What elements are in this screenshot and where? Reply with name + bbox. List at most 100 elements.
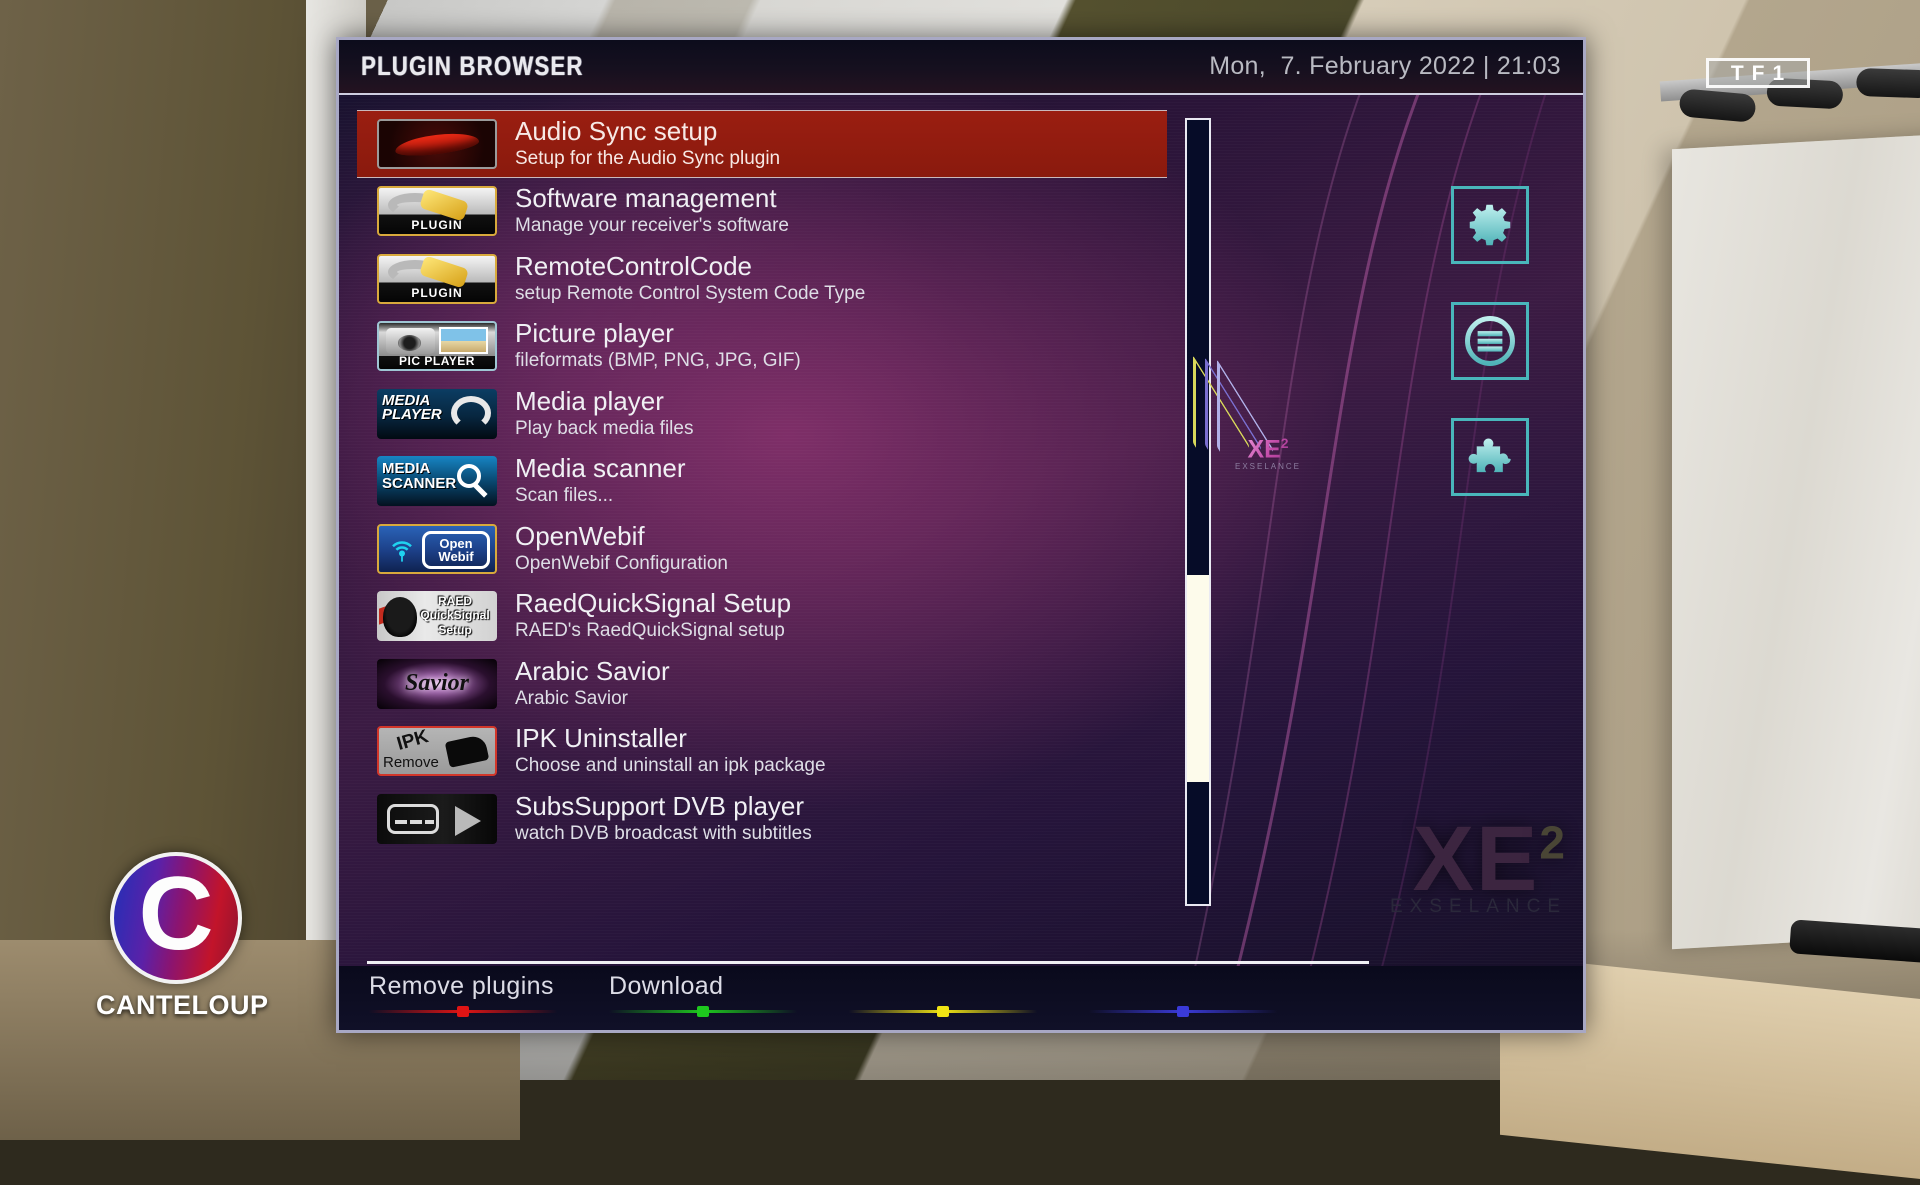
headphones-shape: [451, 396, 491, 430]
osd-footer: Remove pluginsDownload: [339, 966, 1583, 1030]
xe2-small-logo: XE2 EXSELANCE: [1187, 392, 1317, 502]
color-button-bar: [369, 1010, 557, 1013]
color-button[interactable]: Remove plugins: [369, 972, 609, 1013]
menu-icon: [1463, 314, 1517, 368]
puzzle-icon: [1463, 430, 1517, 484]
plugin-description: Setup for the Audio Sync plugin: [515, 147, 780, 171]
plugin-icon: PLUGIN: [377, 254, 497, 304]
plugin-row[interactable]: MEDIAPLAYER Media playerPlay back media f…: [367, 380, 1159, 448]
color-button-bar: [849, 1010, 1037, 1013]
subs-dvb-icon: [377, 794, 497, 844]
plugin-row[interactable]: SubsSupport DVB playerwatch DVB broadcas…: [367, 785, 1159, 853]
wifi-shape: [387, 536, 417, 566]
canteloup-label: CANTELOUP: [96, 990, 256, 1021]
plugin-name: Arabic Savior: [515, 657, 670, 686]
plugin-name: Media player: [515, 387, 693, 416]
plugin-list[interactable]: Audio Sync setupSetup for the Audio Sync…: [367, 110, 1159, 910]
color-button[interactable]: Download: [609, 972, 849, 1013]
plugin-row-selected[interactable]: Audio Sync setupSetup for the Audio Sync…: [357, 110, 1167, 178]
xe2-watermark: XE2 EXSELANCE: [1390, 819, 1567, 918]
plugin-name: RemoteControlCode: [515, 252, 865, 281]
gear-icon: [1463, 198, 1517, 252]
canteloup-circle: C: [110, 852, 242, 984]
plugin-row[interactable]: RAEDQuickSignalSetup RaedQuickSignal Setu…: [367, 583, 1159, 651]
datetime-display: Mon, 7. February 2022 | 21:03: [1209, 52, 1561, 81]
pic-player-icon: PIC PLAYER: [377, 321, 497, 371]
plugin-row[interactable]: OpenWebifOpenWebifOpenWebif Configuratio…: [367, 515, 1159, 583]
color-button[interactable]: [849, 972, 1089, 1013]
audio-sync-icon: [377, 119, 497, 169]
plugin-description: Manage your receiver's software: [515, 214, 789, 238]
thumb-label: MEDIASCANNER: [382, 462, 456, 491]
plug-shape: [419, 256, 469, 290]
xe2-small-tagline: EXSELANCE: [1235, 462, 1301, 471]
xe2-small-text: XE2 EXSELANCE: [1235, 436, 1301, 471]
raed-quicksignal-icon: RAEDQuickSignalSetup: [377, 591, 497, 641]
tf1-letter-t: T: [1731, 63, 1745, 84]
footer-divider: [367, 961, 1369, 964]
plug-shape: [419, 188, 469, 222]
plugin-row[interactable]: PLUGIN RemoteControlCodesetup Remote Cont…: [367, 245, 1159, 313]
magnifier-shape: [457, 464, 481, 488]
color-button-bar: [1089, 1010, 1277, 1013]
tf1-letter-f: F: [1752, 63, 1766, 84]
savior-icon: Savior: [377, 659, 497, 709]
plugin-browser-window: PLUGIN BROWSER Mon, 7. February 2022 | 2…: [336, 37, 1586, 1033]
plugins-icon-button[interactable]: [1451, 418, 1529, 496]
thumb-label: Remove: [383, 754, 439, 771]
xe2-small-wordmark: XE2: [1235, 436, 1301, 462]
plugin-text: RaedQuickSignal SetupRAED's RaedQuickSig…: [515, 589, 791, 643]
boot-shape: [445, 734, 490, 768]
color-button-label: [1089, 972, 1329, 1002]
list-scrollbar[interactable]: [1185, 118, 1211, 906]
media-player-icon: MEDIAPLAYER: [377, 389, 497, 439]
plugin-name: RaedQuickSignal Setup: [515, 589, 791, 618]
main-menu-icon-button[interactable]: [1451, 302, 1529, 380]
plugin-row[interactable]: Savior Arabic SaviorArabic Savior: [367, 650, 1159, 718]
plugin-description: Play back media files: [515, 417, 693, 441]
plugin-description: setup Remote Control System Code Type: [515, 282, 865, 306]
plugin-name: Picture player: [515, 319, 801, 348]
color-button-dot: [1177, 1006, 1189, 1017]
wall-board: [1672, 131, 1920, 949]
plugin-row[interactable]: PLUGIN Software managementManage your rec…: [367, 178, 1159, 246]
subtitle-shape: [387, 804, 439, 834]
plugin-text: OpenWebifOpenWebif Configuration: [515, 522, 728, 576]
thumb-label: Savior: [377, 659, 497, 709]
ipk-remove-icon: IPKRemove: [377, 726, 497, 776]
plugin-text: RemoteControlCodesetup Remote Control Sy…: [515, 252, 865, 306]
lips-shape: [394, 130, 479, 159]
scrollbar-thumb[interactable]: [1187, 575, 1209, 783]
color-button-bar: [609, 1010, 797, 1013]
thumb-label: MEDIAPLAYER: [382, 394, 442, 423]
plugin-icon: PLUGIN: [377, 186, 497, 236]
color-button-dot: [697, 1006, 709, 1017]
thumb-label: IPK: [395, 726, 432, 756]
setup-icon-button[interactable]: [1451, 186, 1529, 264]
canteloup-letter: C: [138, 874, 213, 955]
color-button[interactable]: [1089, 972, 1329, 1013]
plugin-text: Picture playerfileformats (BMP, PNG, JPG…: [515, 319, 801, 373]
plugin-row[interactable]: MEDIASCANNERMedia scannerScan files...: [367, 448, 1159, 516]
plugin-row[interactable]: IPKRemove IPK UninstallerChoose and unins…: [367, 718, 1159, 786]
thumb-label: RAEDQuickSignalSetup: [417, 594, 493, 636]
page-title: PLUGIN BROWSER: [361, 51, 584, 82]
media-scanner-icon: MEDIASCANNER: [377, 456, 497, 506]
plugin-text: IPK UninstallerChoose and uninstall an i…: [515, 724, 826, 778]
plugin-description: OpenWebif Configuration: [515, 552, 728, 576]
plugin-description: Choose and uninstall an ipk package: [515, 754, 826, 778]
thumb-label: PLUGIN: [379, 286, 495, 300]
plugin-description: Scan files...: [515, 484, 686, 508]
color-button-dot: [937, 1006, 949, 1017]
plugin-row[interactable]: PIC PLAYER Picture playerfileformats (BMP…: [367, 313, 1159, 381]
plugin-name: Software management: [515, 184, 789, 213]
plugin-description: fileformats (BMP, PNG, JPG, GIF): [515, 349, 801, 373]
color-button-row: Remove pluginsDownload: [369, 972, 1329, 1013]
color-button-label: Remove plugins: [369, 972, 609, 1002]
coat-hook: [1856, 68, 1920, 99]
tf1-channel-logo: T F 1: [1706, 58, 1810, 88]
plugin-description: RAED's RaedQuickSignal setup: [515, 619, 791, 643]
plugin-description: Arabic Savior: [515, 687, 670, 711]
plugin-name: Audio Sync setup: [515, 117, 780, 146]
photo-shape: [439, 327, 488, 354]
